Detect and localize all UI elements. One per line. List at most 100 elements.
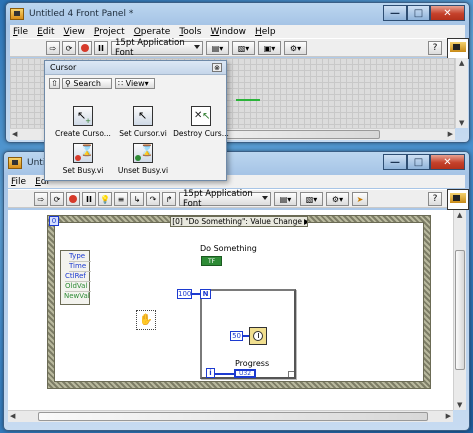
- iteration-terminal[interactable]: i: [206, 368, 215, 378]
- step-into-icon[interactable]: ↳: [130, 192, 144, 206]
- cursor-palette-title: Cursor: [50, 63, 77, 72]
- scroll-right-icon[interactable]: ▶: [448, 130, 453, 138]
- step-out-icon[interactable]: ↱: [162, 192, 176, 206]
- vi-connector-icon[interactable]: [447, 38, 469, 59]
- align-objects-icon[interactable]: ▤▾: [206, 41, 229, 55]
- set-busy-icon: ⌛: [73, 143, 94, 163]
- block-diagram-vertical-scrollbar[interactable]: ▲ ▼: [453, 210, 466, 410]
- reorder-icon[interactable]: ⚙▾: [326, 192, 349, 206]
- wait-ms-icon[interactable]: [249, 327, 267, 345]
- scroll-left-icon[interactable]: ◀: [10, 412, 15, 420]
- palette-close-icon[interactable]: ⊗: [212, 63, 222, 72]
- selector-increment-icon[interactable]: ▶▾: [304, 217, 307, 226]
- palette-item-set-busy[interactable]: ⌛ Set Busy.vi: [52, 143, 114, 175]
- palette-item-unset-busy[interactable]: ⌛ Unset Busy.vi: [112, 143, 174, 175]
- palette-search-button[interactable]: ⚲ Search: [62, 78, 112, 89]
- palette-item-label: Set Busy.vi: [62, 166, 104, 175]
- maximize-button[interactable]: □: [407, 5, 430, 21]
- cursor-palette-titlebar[interactable]: Cursor ⊗: [45, 61, 226, 75]
- for-loop[interactable]: N 50 Progress U32 i: [200, 289, 296, 379]
- event-data-time[interactable]: Time: [69, 262, 91, 272]
- event-data-ctlref[interactable]: CtlRef: [65, 272, 91, 282]
- loop-resize-handle[interactable]: [288, 371, 294, 377]
- context-help-icon[interactable]: ?: [428, 41, 442, 55]
- loop-count-terminal[interactable]: N: [200, 289, 211, 299]
- palette-item-label: Set Cursor.vi: [119, 129, 167, 138]
- scroll-down-icon[interactable]: ▼: [457, 401, 462, 409]
- menu-edit[interactable]: Edit: [37, 27, 54, 37]
- abort-icon[interactable]: [78, 41, 92, 55]
- chevron-down-icon: ▾: [144, 79, 149, 88]
- distribute-objects-icon[interactable]: ▧▾: [232, 41, 255, 55]
- progress-terminal[interactable]: U32: [234, 369, 256, 378]
- palette-item-label: Destroy Curs...: [173, 129, 229, 138]
- block-diagram-canvas[interactable]: 0 ◀ [0] "Do Something": Value Change ▶▾ …: [8, 210, 453, 410]
- event-data-type[interactable]: Type: [69, 252, 91, 262]
- block-diagram-horizontal-scrollbar[interactable]: ◀ ▶: [8, 410, 453, 422]
- vertical-scroll-thumb[interactable]: [455, 250, 465, 370]
- event-data-oldval[interactable]: OldVal: [65, 282, 91, 292]
- event-data-node[interactable]: Type Time CtlRef OldVal NewVal: [60, 250, 91, 305]
- run-continuously-icon[interactable]: ⟳: [50, 192, 64, 206]
- menu-file[interactable]: File: [13, 27, 28, 37]
- chevron-down-icon: [194, 45, 200, 49]
- close-button[interactable]: ✕: [430, 5, 465, 21]
- menu-window[interactable]: Window: [211, 27, 247, 37]
- block-diagram-window[interactable]: Untitle — □ ✕ File Edi ⇨ ⟳ II 💡 ≡ ↳ ↷ ↱ …: [3, 151, 470, 431]
- distribute-objects-icon[interactable]: ▧▾: [300, 192, 323, 206]
- menu-help[interactable]: Help: [255, 27, 276, 37]
- scroll-left-icon[interactable]: ◀: [12, 130, 17, 138]
- event-data-newval[interactable]: NewVal: [64, 292, 91, 302]
- loop-count-constant[interactable]: 100: [177, 289, 192, 299]
- step-over-icon[interactable]: ↷: [146, 192, 160, 206]
- menu-view[interactable]: View: [64, 27, 85, 37]
- resize-objects-icon[interactable]: ▣▾: [258, 41, 281, 55]
- menu-project[interactable]: Project: [94, 27, 125, 37]
- scroll-up-icon[interactable]: ▲: [457, 211, 462, 219]
- palette-item-destroy-cursor[interactable]: ✕ ↖ Destroy Curs...: [170, 106, 232, 138]
- palette-up-button[interactable]: ⇧: [49, 78, 60, 89]
- set-cursor-icon: ↖: [133, 106, 153, 126]
- hand-icon: ✋: [136, 310, 156, 330]
- menu-tools[interactable]: Tools: [179, 27, 201, 37]
- reorder-icon[interactable]: ⚙▾: [284, 41, 307, 55]
- cursor-palette-toolbar: ⇧ ⚲ Search ∷ View▾: [45, 76, 226, 92]
- pause-icon[interactable]: II: [94, 41, 108, 55]
- scroll-up-icon[interactable]: ▲: [459, 59, 464, 67]
- event-case-selector[interactable]: ◀ [0] "Do Something": Value Change ▶▾: [170, 216, 308, 227]
- vi-connector-icon[interactable]: [447, 189, 469, 210]
- close-button[interactable]: ✕: [430, 154, 465, 170]
- maximize-button[interactable]: □: [407, 154, 430, 170]
- destroy-cursor-icon: ✕ ↖: [191, 106, 211, 126]
- run-continuously-icon[interactable]: ⟳: [62, 41, 76, 55]
- minimize-button[interactable]: —: [383, 5, 407, 21]
- front-panel-vertical-scrollbar[interactable]: ▲ ▼: [455, 58, 468, 128]
- palette-item-create-cursor[interactable]: ↖ + Create Curso...: [52, 106, 114, 138]
- palette-view-button[interactable]: ∷ View▾: [115, 78, 155, 89]
- font-select[interactable]: 15pt Application Font: [179, 189, 271, 209]
- retain-wire-values-icon[interactable]: ≡: [114, 192, 128, 206]
- run-arrow-icon[interactable]: ⇨: [46, 41, 60, 55]
- cursor-palette[interactable]: Cursor ⊗ ⇧ ⚲ Search ∷ View▾ ↖ + Create C…: [44, 60, 229, 181]
- align-objects-icon[interactable]: ▤▾: [274, 192, 297, 206]
- context-help-icon[interactable]: ?: [428, 192, 442, 206]
- menu-file[interactable]: File: [11, 177, 26, 187]
- scroll-right-icon[interactable]: ▶: [446, 412, 451, 420]
- minimize-button[interactable]: —: [383, 154, 407, 170]
- clean-up-diagram-icon[interactable]: ➤: [352, 192, 368, 206]
- abort-icon[interactable]: [66, 192, 80, 206]
- palette-item-set-cursor[interactable]: ↖ Set Cursor.vi: [112, 106, 174, 138]
- pause-icon[interactable]: II: [82, 192, 96, 206]
- highlight-execution-icon[interactable]: 💡: [98, 192, 112, 206]
- front-panel-titlebar[interactable]: Untitled 4 Front Panel * — □ ✕: [10, 5, 465, 23]
- run-arrow-icon[interactable]: ⇨: [34, 192, 48, 206]
- front-panel-menubar: File Edit View Project Operate Tools Win…: [10, 25, 465, 38]
- font-select[interactable]: 15pt Application Font: [111, 38, 203, 58]
- wait-ms-constant[interactable]: 50: [230, 331, 243, 341]
- scroll-down-icon[interactable]: ▼: [459, 119, 464, 127]
- menu-operate[interactable]: Operate: [134, 27, 171, 37]
- chevron-down-icon: [262, 196, 268, 200]
- horizontal-scroll-thumb[interactable]: [38, 412, 428, 421]
- do-something-terminal[interactable]: TF: [201, 256, 222, 266]
- palette-item-label: Unset Busy.vi: [117, 166, 169, 175]
